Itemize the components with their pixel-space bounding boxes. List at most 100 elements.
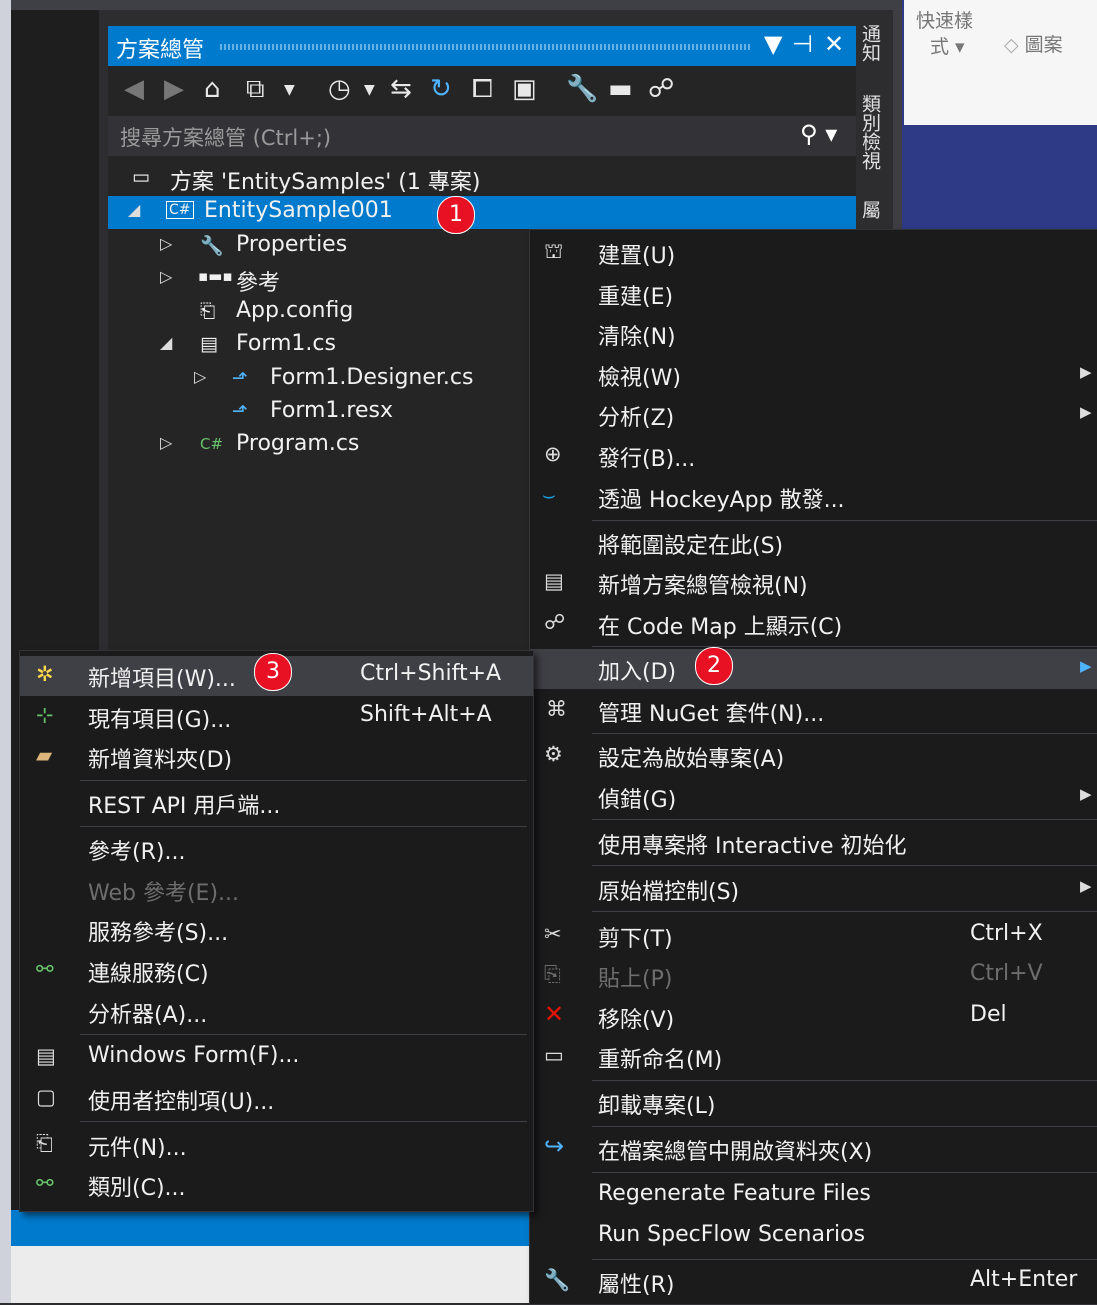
tree-item-solution[interactable]: ▭ 方案 'EntitySamples' (1 專案) [108, 162, 856, 195]
menu-item-existing-item[interactable]: ⊹ 現有項目(G)... Shift+Alt+A [20, 697, 533, 737]
menu-item-new-view[interactable]: ▤ 新增方案總管檢視(N) [530, 563, 1097, 603]
menu-item-rebuild[interactable]: 重建(E) [530, 274, 1097, 314]
menu-label: 參考(R)... [88, 840, 186, 865]
menu-item-user-control[interactable]: ▢ 使用者控制項(U)... [20, 1079, 533, 1119]
home-icon[interactable]: ⌂ [204, 74, 221, 104]
config-icon: ⎗ [200, 300, 216, 322]
menu-item-regenerate[interactable]: Regenerate Feature Files [530, 1176, 1097, 1216]
search-box[interactable]: 搜尋方案總管 (Ctrl+;) ⚲ ▾ [108, 116, 856, 156]
collapse-arrow-icon[interactable]: ◢ [128, 200, 140, 219]
paste-icon: ⎘ [544, 962, 561, 986]
menu-item-open-folder[interactable]: ↪ 在檔案總管中開啟資料夾(X) [530, 1129, 1097, 1169]
refresh-icon[interactable]: ↻ [430, 74, 452, 104]
code-map-icon: ☍ [544, 610, 566, 634]
menu-item-clean[interactable]: 清除(N) [530, 314, 1097, 354]
menu-item-reference[interactable]: 參考(R)... [20, 829, 533, 869]
dropdown-icon[interactable]: ▼ [364, 82, 375, 98]
panel-title-bar: 方案總管 ▼ ⊣ ✕ [108, 26, 856, 66]
expand-arrow-icon[interactable]: ▷ [160, 267, 172, 286]
menu-item-source-control[interactable]: 原始檔控制(S) ▶ [530, 869, 1097, 909]
ribbon-text[interactable]: 式 ▾ [930, 32, 965, 59]
tree-item-form1-designer[interactable]: ▷ ⬏ Form1.Designer.cs [108, 363, 528, 396]
ribbon-text[interactable]: 快速樣 [916, 6, 973, 33]
menu-item-view[interactable]: 檢視(W) ▶ [530, 355, 1097, 395]
tree-item-form1-resx[interactable]: ⬏ Form1.resx [108, 396, 528, 429]
dropdown-icon[interactable]: ▼ [764, 30, 782, 58]
step-badge: 2 [695, 647, 733, 685]
menu-item-cut[interactable]: ✂ 剪下(T) Ctrl+X [530, 916, 1097, 956]
drag-grip[interactable] [220, 44, 750, 50]
menu-item-hockeyapp[interactable]: ⌣ 透過 HockeyApp 散發... [530, 477, 1097, 517]
menu-item-service-reference[interactable]: 服務參考(S)... [20, 910, 533, 950]
tree-item-references[interactable]: ▷ ▪▬▪ 參考 [108, 263, 528, 296]
menu-label: 分析(Z) [598, 406, 675, 431]
hockeyapp-icon: ⌣ [542, 483, 556, 507]
menu-item-remove[interactable]: ✕ 移除(V) Del [530, 997, 1097, 1037]
menu-item-nuget[interactable]: ⌘ 管理 NuGet 套件(N)... [530, 691, 1097, 731]
dropdown-icon[interactable]: ▼ [284, 82, 295, 98]
menu-item-connected-service[interactable]: ⚯ 連線服務(C) [20, 951, 533, 991]
switch-views-icon[interactable]: ⧉ [246, 74, 265, 105]
menu-shortcut: Ctrl+Shift+A [360, 661, 502, 686]
code-map-icon[interactable]: ☍ [648, 74, 674, 104]
tree-item-program[interactable]: ▷ C# Program.cs [108, 429, 528, 462]
menu-separator [592, 1080, 1097, 1081]
collapse-arrow-icon[interactable]: ◢ [160, 333, 172, 352]
references-icon: ▪▬▪ [198, 267, 233, 285]
menu-item-set-startup[interactable]: ⚙ 設定為啟始專案(A) [530, 736, 1097, 776]
show-all-files-icon[interactable]: ▣ [512, 74, 537, 104]
close-icon[interactable]: ✕ [824, 30, 844, 58]
menu-separator [592, 1172, 1097, 1173]
menu-separator [592, 733, 1097, 734]
menu-item-class[interactable]: ⚯ 類別(C)... [20, 1165, 533, 1205]
menu-item-rename[interactable]: ▭ 重新命名(M) [530, 1037, 1097, 1077]
collapse-all-icon[interactable]: ⧠ [472, 74, 493, 105]
preview-icon[interactable]: ▬ [608, 74, 633, 104]
scrollbar[interactable] [893, 10, 902, 230]
tab-class-view[interactable]: 類別檢視 [859, 94, 884, 170]
menu-item-new-folder[interactable]: ▰ 新增資料夾(D) [20, 737, 533, 777]
sync-icon[interactable]: ⇆ [390, 74, 412, 104]
menu-separator [592, 646, 1097, 647]
menu-item-interactive[interactable]: 使用專案將 Interactive 初始化 [530, 823, 1097, 863]
tab-properties[interactable]: 屬 [859, 200, 884, 219]
forward-icon[interactable]: ▶ [164, 74, 184, 104]
tree-item-label: 方案 'EntitySamples' (1 專案) [170, 170, 481, 195]
menu-item-component[interactable]: ⎗ 元件(N)... [20, 1125, 533, 1165]
status-strip [11, 1210, 529, 1246]
expand-arrow-icon[interactable]: ▷ [160, 234, 172, 253]
csharp-project-icon: C# [166, 201, 194, 219]
menu-item-rest-api[interactable]: REST API 用戶端... [20, 783, 533, 823]
menu-item-publish[interactable]: ⊕ 發行(B)... [530, 436, 1097, 476]
tree-item-project[interactable]: ◢ C# EntitySample001 [108, 196, 856, 229]
menu-item-analyzer[interactable]: 分析器(A)... [20, 992, 533, 1032]
tab-notifications[interactable]: 通知 [859, 24, 884, 62]
tree-item-appconfig[interactable]: ⎗ App.config [108, 296, 528, 329]
back-icon[interactable]: ◀ [124, 74, 144, 104]
menu-item-build[interactable]: ⛫ 建置(U) [530, 233, 1097, 273]
menu-separator [80, 826, 527, 827]
search-input[interactable]: 搜尋方案總管 (Ctrl+;) [120, 122, 331, 152]
menu-item-properties[interactable]: 🔧 屬性(R) Alt+Enter [530, 1262, 1097, 1302]
pending-changes-icon[interactable]: ◷ [328, 74, 351, 104]
tree-item-label: Properties [236, 232, 348, 257]
expand-arrow-icon[interactable]: ▷ [194, 367, 206, 386]
menu-item-run-specflow[interactable]: Run SpecFlow Scenarios [530, 1217, 1097, 1257]
submenu-arrow-icon: ▶ [1080, 403, 1092, 421]
menu-item-analyze[interactable]: 分析(Z) ▶ [530, 395, 1097, 435]
pin-icon[interactable]: ⊣ [792, 30, 813, 58]
menu-item-unload[interactable]: 卸載專案(L) [530, 1083, 1097, 1123]
properties-icon[interactable]: 🔧 [566, 74, 598, 104]
tree-item-form1[interactable]: ◢ ▤ Form1.cs [108, 329, 528, 362]
menu-item-debug[interactable]: 偵錯(G) ▶ [530, 777, 1097, 817]
search-icon[interactable]: ⚲ ▾ [800, 120, 837, 148]
solution-icon: ▭ [132, 166, 150, 188]
tree-item-properties[interactable]: ▷ 🔧 Properties [108, 230, 528, 263]
menu-item-windows-form[interactable]: ▤ Windows Form(F)... [20, 1038, 533, 1078]
ribbon-text[interactable]: ◇ 圖案 [1004, 30, 1063, 57]
gear-icon: ⚙ [544, 742, 563, 766]
menu-item-code-map[interactable]: ☍ 在 Code Map 上顯示(C) [530, 604, 1097, 644]
menu-item-scope-to-this[interactable]: 將範圍設定在此(S) [530, 523, 1097, 563]
expand-arrow-icon[interactable]: ▷ [160, 433, 172, 452]
menu-item-add[interactable]: 加入(D) ▶ [530, 649, 1097, 689]
